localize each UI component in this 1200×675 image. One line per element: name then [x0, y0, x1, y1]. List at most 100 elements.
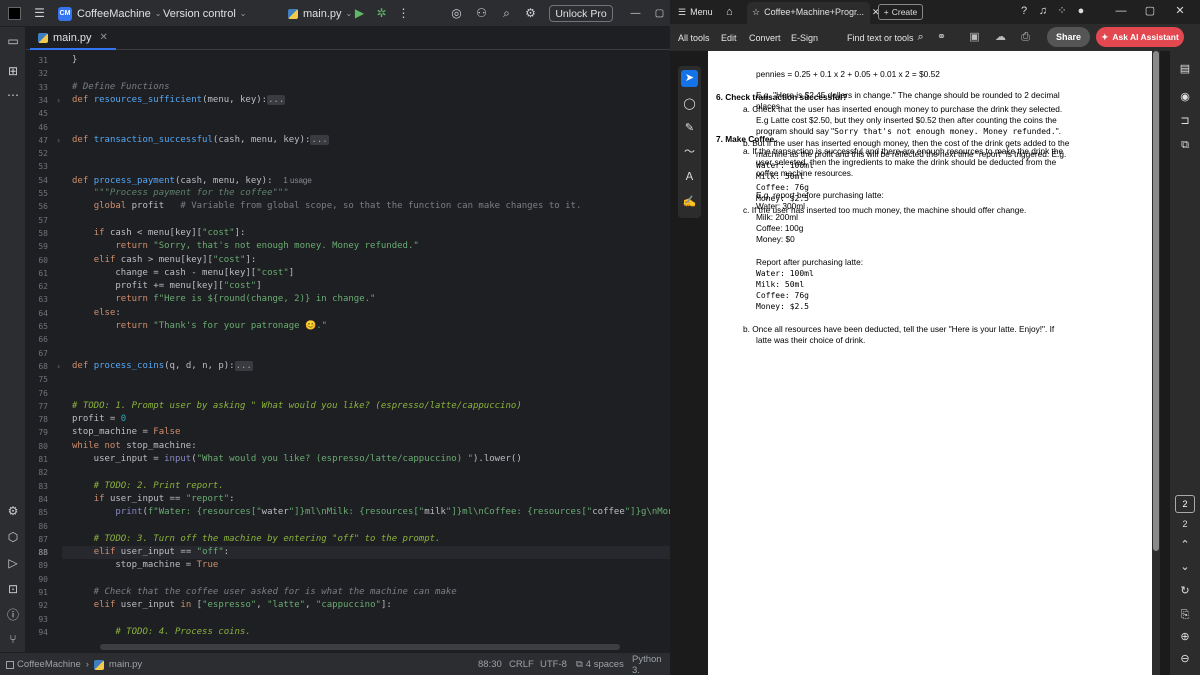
code-line[interactable] — [62, 466, 670, 479]
structure-icon[interactable]: ⊞ — [5, 63, 21, 79]
more-actions-icon[interactable]: ⋮ — [396, 6, 411, 21]
code-line[interactable]: while not stop_machine: — [62, 440, 670, 453]
code-line[interactable]: # TODO: 2. Print report. — [62, 480, 670, 493]
code-line[interactable] — [62, 147, 670, 160]
app-logo-icon[interactable] — [8, 0, 21, 27]
main-menu-icon[interactable]: ☰ — [32, 6, 47, 21]
esign-button[interactable]: E-Sign — [791, 24, 818, 51]
code-line[interactable]: def process_coins(q, d, n, p):... — [62, 360, 670, 373]
fill-sign-icon[interactable]: ✍ — [681, 194, 698, 211]
select-cursor-icon[interactable]: ➤ — [681, 70, 698, 87]
code-line[interactable] — [62, 160, 670, 173]
terminal-icon[interactable]: ⊡ — [5, 581, 21, 597]
run-icon[interactable]: ▶ — [352, 6, 367, 21]
code-line[interactable]: # TODO: 3. Turn off the machine by enter… — [62, 533, 670, 546]
code-line[interactable]: global profit # Variable from global sco… — [62, 200, 670, 213]
code-line[interactable]: return "Sorry, that's not enough money. … — [62, 240, 670, 253]
python-packages-icon[interactable]: ⚙ — [5, 503, 21, 519]
refresh-icon[interactable]: ↻ — [1177, 583, 1193, 599]
bookmark-icon[interactable]: ⊐ — [1177, 113, 1193, 129]
thumbnails-icon[interactable]: ⧉ — [1177, 137, 1193, 153]
close-icon[interactable]: ✕ — [100, 32, 108, 43]
share-button[interactable]: Share — [1047, 27, 1090, 47]
code-line[interactable]: elif user_input == "off": — [62, 546, 670, 560]
zoom-out-icon[interactable]: ⊖ — [1177, 651, 1193, 667]
code-line[interactable] — [62, 347, 670, 360]
code-line[interactable] — [62, 107, 670, 120]
folded-region[interactable]: ... — [267, 94, 286, 105]
problems-icon[interactable]: ⓘ — [5, 607, 21, 623]
ai-chat-icon[interactable]: ◉ — [1177, 89, 1193, 105]
settings-gear-icon[interactable]: ⚙ — [523, 6, 538, 21]
document-canvas[interactable]: pennies = 0.25 + 0.1 x 2 + 0.05 + 0.01 x… — [708, 51, 1160, 675]
more-tools-icon[interactable]: ⋯ — [5, 87, 21, 103]
code-line[interactable]: if cash < menu[key]["cost"]: — [62, 227, 670, 240]
code-line[interactable]: # TODO: 1. Prompt user by asking " What … — [62, 400, 670, 413]
breadcrumb[interactable]: CoffeeMachine › main.py — [6, 653, 142, 675]
code-line[interactable]: } — [62, 54, 670, 67]
code-line[interactable]: # Check that the coffee user asked for i… — [62, 586, 670, 599]
project-folder-icon[interactable]: ▭ — [5, 33, 21, 49]
code-line[interactable]: # TODO: 4. Process coins. — [62, 626, 670, 639]
code-line[interactable]: """Process payment for the coffee""" — [62, 187, 670, 200]
code-line[interactable]: stop_machine = False — [62, 426, 670, 439]
code-line[interactable] — [62, 613, 670, 626]
ai-assistant-icon[interactable]: ◎ — [449, 6, 464, 21]
run-tool-icon[interactable]: ▷ — [5, 555, 21, 571]
project-selector[interactable]: CM CoffeeMachine ⌄ — [58, 0, 162, 27]
breadcrumb-project[interactable]: CoffeeMachine — [17, 659, 81, 670]
help-icon[interactable]: ? — [1017, 4, 1031, 18]
apps-grid-icon[interactable]: ⁘ — [1055, 4, 1069, 18]
code-line[interactable]: elif user_input in ["espresso", "latte",… — [62, 599, 670, 612]
close-window-icon[interactable]: ✕ — [1173, 4, 1187, 18]
code-line[interactable] — [62, 121, 670, 134]
version-control-menu[interactable]: Version control ⌄ — [163, 0, 246, 27]
unlock-pro-button[interactable]: Unlock Pro — [549, 5, 613, 22]
fold-chevron-icon[interactable]: › — [56, 134, 61, 147]
fold-chevron-icon[interactable]: › — [56, 360, 61, 373]
folded-region[interactable]: ... — [310, 134, 329, 145]
code-line[interactable]: print(f"Water: {resources["water"]}ml\nM… — [62, 506, 670, 519]
document-scrollbar[interactable] — [1152, 51, 1160, 675]
code-line[interactable]: return f"Here is ${round(change, 2)} in … — [62, 293, 670, 306]
debug-icon[interactable]: ✲ — [374, 6, 389, 21]
profile-avatar-icon[interactable]: ● — [1074, 4, 1088, 18]
cursor-position[interactable]: 88:30 — [478, 653, 502, 675]
fold-chevron-icon[interactable]: › — [56, 94, 61, 107]
page-fit-icon[interactable]: ⎘ — [1177, 607, 1193, 623]
link-icon[interactable]: ⚭ — [934, 30, 949, 45]
code-editor[interactable]: } # Define Functions def resources_suffici… — [62, 50, 670, 650]
highlight-pen-icon[interactable]: ✎ — [681, 120, 698, 137]
python-interpreter[interactable]: Python 3. — [632, 653, 670, 675]
code-line[interactable]: else: — [62, 307, 670, 320]
code-line[interactable] — [62, 373, 670, 386]
folded-region[interactable]: ... — [234, 360, 253, 371]
draw-freehand-icon[interactable]: 〜 — [681, 144, 698, 161]
code-line[interactable]: change = cash - menu[key]["cost"] — [62, 267, 670, 280]
scrollbar-thumb[interactable] — [1153, 51, 1159, 551]
add-comment-icon[interactable]: ◯ — [681, 96, 698, 113]
code-line[interactable]: def process_payment(cash, menu, key): 1 … — [62, 174, 670, 187]
code-line[interactable]: return "Thank's for your patronage 😊." — [62, 320, 670, 333]
git-icon[interactable]: ⑂ — [5, 631, 21, 647]
comments-panel-icon[interactable]: ▤ — [1177, 61, 1193, 77]
zoom-in-icon[interactable]: ⊕ — [1177, 629, 1193, 645]
print-icon[interactable]: ⎙ — [1018, 30, 1033, 45]
notifications-icon[interactable]: ♫ — [1036, 4, 1050, 18]
code-line[interactable] — [62, 573, 670, 586]
chevron-up-icon[interactable]: ⌃ — [1177, 537, 1193, 553]
code-line[interactable]: def resources_sufficient(menu, key):... — [62, 94, 670, 107]
code-line[interactable]: # Define Functions — [62, 81, 670, 94]
restore-icon[interactable]: ▢ — [652, 6, 667, 21]
line-ending[interactable]: CRLF — [509, 653, 534, 675]
ai-assistant-button[interactable]: ✦ Ask AI Assistant — [1096, 27, 1184, 47]
usage-hint[interactable]: 1 usage — [283, 176, 311, 185]
code-with-me-icon[interactable]: ⚇ — [474, 6, 489, 21]
code-line[interactable]: elif cash > menu[key]["cost"]: — [62, 254, 670, 267]
chevron-down-icon[interactable]: ⌄ — [1177, 559, 1193, 575]
add-text-icon[interactable]: Ａ — [681, 169, 698, 186]
home-icon[interactable]: ⌂ — [726, 0, 733, 24]
save-icon[interactable]: ▣ — [967, 30, 982, 45]
code-line[interactable] — [62, 333, 670, 346]
create-button[interactable]: + Create — [878, 4, 923, 20]
